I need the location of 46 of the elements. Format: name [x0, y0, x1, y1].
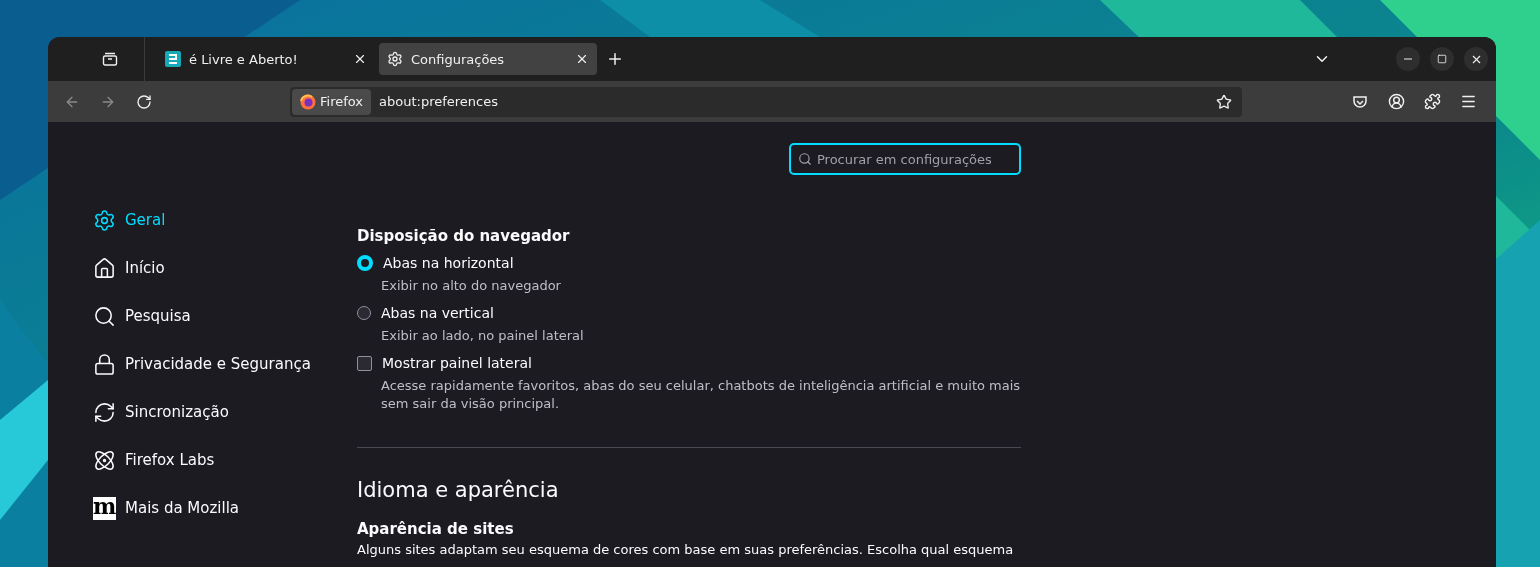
option-label: Mostrar painel lateral	[382, 355, 532, 371]
section-heading: Aparência de sites	[357, 520, 515, 538]
sidebar-item[interactable]: m Mais da Mozilla	[93, 492, 357, 524]
sidebar-item[interactable]: Início	[93, 252, 357, 284]
minimize-icon[interactable]	[1396, 47, 1420, 71]
sidebar-item[interactable]: Sincronização	[93, 396, 357, 428]
gear-icon	[387, 51, 403, 67]
identity-button[interactable]: Firefox	[292, 88, 372, 115]
search-icon	[798, 152, 812, 166]
firefox-logo-icon	[300, 93, 316, 110]
radio-button[interactable]	[357, 255, 373, 271]
sidebar-item[interactable]: Privacidade e Segurança	[93, 348, 357, 380]
option-description: Exibir ao lado, no painel lateral	[381, 327, 585, 345]
gear-icon	[93, 208, 116, 232]
option-label: Abas na vertical	[381, 305, 494, 321]
address-bar[interactable]: Firefox about:preferences	[290, 86, 1242, 117]
radio-button[interactable]	[357, 306, 371, 320]
atom-icon	[93, 448, 116, 472]
option-label: Abas na horizontal	[383, 255, 514, 271]
section-heading: Disposição do navegador	[357, 227, 571, 245]
url-text: about:preferences	[379, 94, 500, 109]
checkbox[interactable]	[357, 355, 372, 371]
radio-option[interactable]: Abas na horizontal	[357, 255, 1021, 271]
section-description: Alguns sites adaptam seu esquema de cores com base em suas preferências. Escolha qual esquema	[357, 542, 1015, 557]
house-icon	[93, 256, 116, 280]
close-icon[interactable]	[1464, 47, 1488, 71]
radio-option[interactable]: Abas na vertical	[357, 305, 1021, 321]
mozilla-logo-icon: m	[93, 496, 116, 520]
checkbox-option[interactable]: Mostrar painel lateral	[357, 355, 1021, 371]
pocket-icon[interactable]	[1352, 93, 1368, 110]
option-description: Acesse rapidamente favoritos, abas do seu celular, chatbots de inteligência artificial e muito mais sem sair da visão principal.	[381, 377, 1021, 413]
site-favicon-icon	[165, 51, 181, 67]
search-field[interactable]: Procurar em configurações	[789, 143, 1021, 175]
lock-icon	[93, 352, 116, 376]
search-icon	[93, 304, 116, 328]
section-title: Idioma e aparência	[357, 478, 560, 502]
close-tab-icon[interactable]	[353, 52, 367, 66]
sidebar-item[interactable]: Pesquisa	[93, 300, 357, 332]
sidebar-item[interactable]: Geral	[93, 204, 357, 236]
maximize-icon[interactable]	[1430, 47, 1454, 71]
browser-tab[interactable]: Configurações	[379, 43, 597, 75]
option-description: Exibir no alto do navegador	[381, 277, 562, 295]
sync-icon	[93, 400, 116, 424]
close-tab-icon[interactable]	[575, 52, 589, 66]
browser-tab[interactable]: é Livre e Aberto!	[157, 43, 375, 75]
sidebar-item[interactable]: Firefox Labs	[93, 444, 357, 476]
